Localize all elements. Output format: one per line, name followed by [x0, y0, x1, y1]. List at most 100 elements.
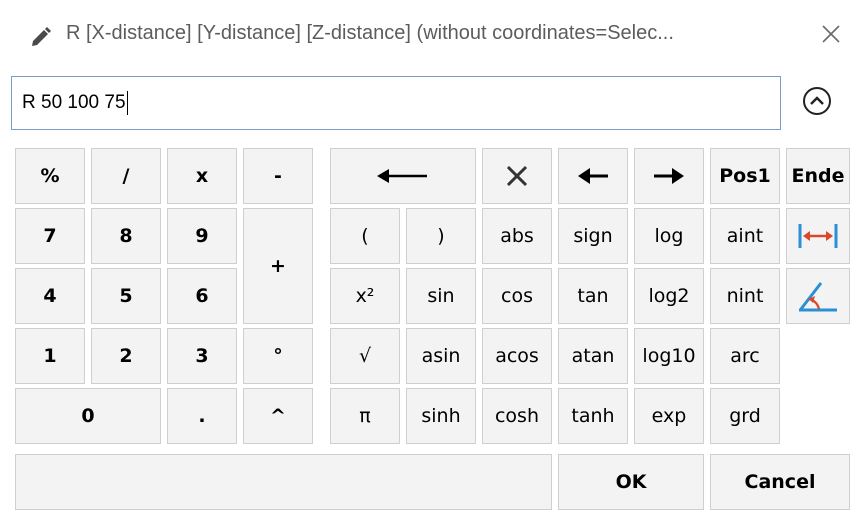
one-key[interactable]: 1: [15, 328, 85, 384]
sinh-key[interactable]: sinh: [406, 388, 476, 444]
one-key-label: 1: [43, 345, 57, 367]
six-key-label: 6: [195, 285, 209, 307]
seven-key-label: 7: [43, 225, 57, 247]
percent-key[interactable]: %: [15, 148, 85, 204]
measure-distance-icon: [797, 223, 839, 249]
ok-button-label: OK: [615, 471, 647, 493]
minus-key-label: -: [274, 165, 282, 187]
aint-key-label: aint: [726, 225, 764, 247]
five-key[interactable]: 5: [91, 268, 161, 324]
clear-key[interactable]: [482, 148, 552, 204]
three-key-label: 3: [195, 345, 209, 367]
sign-key-label: sign: [573, 225, 613, 247]
tanh-key[interactable]: tanh: [558, 388, 628, 444]
four-key[interactable]: 4: [15, 268, 85, 324]
zero-key[interactable]: 0: [15, 388, 161, 444]
divide-key[interactable]: /: [91, 148, 161, 204]
grd-key[interactable]: grd: [710, 388, 780, 444]
cos-key-label: cos: [501, 285, 533, 307]
five-key-label: 5: [119, 285, 133, 307]
log-key-label: log: [654, 225, 684, 247]
tan-key[interactable]: tan: [558, 268, 628, 324]
cursor-right-key[interactable]: [634, 148, 704, 204]
eight-key-label: 8: [119, 225, 133, 247]
six-key[interactable]: 6: [167, 268, 237, 324]
measure-distance-button[interactable]: [786, 208, 850, 264]
grd-key-label: grd: [729, 405, 761, 427]
pos1-key-label: Pos1: [719, 165, 771, 187]
minus-key[interactable]: -: [243, 148, 313, 204]
plus-key[interactable]: +: [243, 208, 313, 324]
log-key[interactable]: log: [634, 208, 704, 264]
decimal-point-key-label: .: [198, 405, 206, 427]
eight-key[interactable]: 8: [91, 208, 161, 264]
pos1-key[interactable]: Pos1: [710, 148, 780, 204]
four-key-label: 4: [43, 285, 57, 307]
sqrt-key-label: √: [358, 345, 372, 367]
ende-key[interactable]: Ende: [786, 148, 850, 204]
cosh-key[interactable]: cosh: [482, 388, 552, 444]
tanh-key-label: tanh: [571, 405, 615, 427]
square-key[interactable]: x²: [330, 268, 400, 324]
divide-key-label: /: [122, 165, 130, 187]
pi-key[interactable]: π: [330, 388, 400, 444]
log10-key[interactable]: log10: [634, 328, 704, 384]
backspace-arrow-icon: [377, 166, 429, 186]
decimal-point-key[interactable]: .: [167, 388, 237, 444]
log2-key-label: log2: [648, 285, 690, 307]
cursor-left-icon: [578, 166, 608, 186]
acos-key[interactable]: acos: [482, 328, 552, 384]
cancel-button-label: Cancel: [744, 471, 816, 493]
atan-key[interactable]: atan: [558, 328, 628, 384]
aint-key[interactable]: aint: [710, 208, 780, 264]
cancel-button[interactable]: Cancel: [710, 454, 850, 510]
chevron-up-circle-icon[interactable]: [801, 85, 833, 117]
backspace-key[interactable]: [330, 148, 476, 204]
cos-key[interactable]: cos: [482, 268, 552, 324]
square-key-label: x²: [355, 285, 375, 307]
measure-angle-icon: [797, 279, 839, 313]
left-paren-key[interactable]: (: [330, 208, 400, 264]
close-icon[interactable]: [820, 23, 842, 45]
measure-angle-button[interactable]: [786, 268, 850, 324]
multiply-key[interactable]: x: [167, 148, 237, 204]
two-key[interactable]: 2: [91, 328, 161, 384]
plus-key-label: +: [270, 255, 286, 277]
exp-key[interactable]: exp: [634, 388, 704, 444]
log2-key[interactable]: log2: [634, 268, 704, 324]
atan-key-label: atan: [571, 345, 615, 367]
cosh-key-label: cosh: [494, 405, 539, 427]
nine-key[interactable]: 9: [167, 208, 237, 264]
sin-key[interactable]: sin: [406, 268, 476, 324]
power-key[interactable]: ^: [243, 388, 313, 444]
left-paren-key-label: (: [361, 225, 369, 247]
power-key-label: ^: [270, 405, 286, 427]
abs-key[interactable]: abs: [482, 208, 552, 264]
window-title: R [X-distance] [Y-distance] [Z-distance]…: [66, 22, 674, 44]
cursor-right-icon: [654, 166, 684, 186]
multiply-key-label: x: [195, 165, 209, 187]
asin-key[interactable]: asin: [406, 328, 476, 384]
clear-x-icon: [505, 164, 529, 188]
nine-key-label: 9: [195, 225, 209, 247]
sin-key-label: sin: [427, 285, 455, 307]
three-key[interactable]: 3: [167, 328, 237, 384]
arc-key[interactable]: arc: [710, 328, 780, 384]
nint-key[interactable]: nint: [710, 268, 780, 324]
ok-button[interactable]: OK: [558, 454, 704, 510]
sign-key[interactable]: sign: [558, 208, 628, 264]
asin-key-label: asin: [421, 345, 461, 367]
cursor-left-key[interactable]: [558, 148, 628, 204]
right-paren-key[interactable]: ): [406, 208, 476, 264]
pencil-icon: [30, 26, 52, 46]
abs-key-label: abs: [500, 225, 534, 247]
ende-key-label: Ende: [791, 165, 845, 187]
nint-key-label: nint: [726, 285, 764, 307]
degree-key-label: °: [273, 345, 283, 367]
command-input[interactable]: R 50 100 75: [11, 76, 781, 130]
sqrt-key[interactable]: √: [330, 328, 400, 384]
seven-key[interactable]: 7: [15, 208, 85, 264]
two-key-label: 2: [119, 345, 133, 367]
degree-key[interactable]: °: [243, 328, 313, 384]
blank-key[interactable]: [15, 454, 552, 510]
